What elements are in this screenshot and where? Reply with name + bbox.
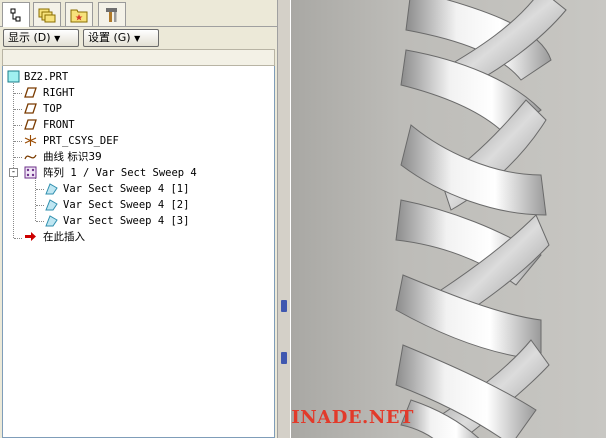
navigator-toolbar: 显示 (D) ▼ 设置 (G) ▼ — [0, 27, 277, 49]
tree-item-label: Var Sect Sweep 4 [3] — [63, 215, 190, 227]
sweep-feature-icon — [45, 215, 58, 227]
datum-plane-icon — [24, 87, 37, 98]
datum-plane-icon — [24, 119, 37, 130]
datum-plane-icon — [24, 103, 37, 114]
tab-favorites[interactable] — [65, 2, 93, 26]
tree-item-label: Var Sect Sweep 4 [1] — [63, 183, 190, 195]
part-icon — [7, 70, 20, 83]
tree-item-sweep-2[interactable]: Var Sect Sweep 4 [2] — [5, 197, 265, 213]
settings-dropdown-label: 设置 (G) — [88, 31, 131, 44]
tree-item-label: 在此插入 — [43, 231, 85, 243]
csys-icon — [24, 135, 37, 146]
tree-item-label: FRONT — [43, 119, 75, 131]
tab-model-tree[interactable] — [2, 2, 30, 27]
sweep-feature-icon — [45, 199, 58, 211]
curve-icon — [24, 154, 37, 160]
collapse-toggle-icon[interactable]: - — [9, 168, 18, 177]
tree-item-label: 阵列 1 / Var Sect Sweep 4 — [43, 167, 197, 179]
tree-item-right[interactable]: RIGHT — [5, 85, 265, 101]
tree-item-sweep-3[interactable]: Var Sect Sweep 4 [3] — [5, 213, 265, 229]
navigator-tabs — [0, 0, 277, 27]
model-tree-icon — [10, 8, 21, 22]
tree-item-curve[interactable]: 曲线 标识39 — [5, 149, 265, 165]
tree-item-csys[interactable]: PRT_CSYS_DEF — [5, 133, 265, 149]
sweep-feature-icon — [45, 183, 58, 195]
panel-splitter[interactable] — [277, 0, 291, 438]
tree-item-label: Var Sect Sweep 4 [2] — [63, 199, 190, 211]
tree-item-label: TOP — [43, 103, 62, 115]
pattern-icon — [24, 166, 37, 179]
settings-dropdown[interactable]: 设置 (G) ▼ — [83, 29, 159, 47]
tree-item-top[interactable]: TOP — [5, 101, 265, 117]
tree-item-front[interactable]: FRONT — [5, 117, 265, 133]
insert-here-icon — [25, 232, 36, 241]
collapse-left-icon[interactable] — [281, 300, 287, 312]
display-dropdown[interactable]: 显示 (D) ▼ — [3, 29, 79, 47]
layers-folder-icon — [38, 8, 56, 22]
graphics-window[interactable]: BBS.CHINADE.NET — [291, 0, 606, 438]
tree-item-insert-here[interactable]: 在此插入 — [5, 229, 265, 245]
favorites-folder-icon — [70, 9, 88, 22]
tab-tools[interactable] — [98, 2, 126, 26]
braid-model — [395, 0, 567, 438]
collapse-right-icon[interactable] — [281, 352, 287, 364]
tree-item-sweep-1[interactable]: Var Sect Sweep 4 [1] — [5, 181, 265, 197]
tools-icon — [106, 7, 117, 22]
tree-item-pattern[interactable]: - 阵列 1 / Var Sect Sweep 4 — [5, 165, 265, 181]
tree-header-bar — [2, 49, 275, 66]
display-dropdown-label: 显示 (D) — [8, 31, 51, 44]
tree-item-label: BZ2.PRT — [24, 71, 69, 83]
chevron-down-icon: ▼ — [54, 34, 61, 43]
tab-layers[interactable] — [33, 2, 61, 26]
tree-item-label: RIGHT — [43, 87, 75, 99]
tree-item-root[interactable]: BZ2.PRT — [5, 69, 265, 85]
navigator-panel: 显示 (D) ▼ 设置 (G) ▼ BZ2.PRT RIGHT TOP FRON… — [0, 0, 277, 438]
model-tree: BZ2.PRT RIGHT TOP FRONT PRT_CSYS_DEF 曲线 … — [2, 66, 275, 438]
watermark: BBS.CHINADE.NET — [291, 407, 414, 428]
tree-item-label: 曲线 标识39 — [43, 151, 102, 163]
chevron-down-icon: ▼ — [134, 34, 141, 43]
tree-item-label: PRT_CSYS_DEF — [43, 135, 119, 147]
